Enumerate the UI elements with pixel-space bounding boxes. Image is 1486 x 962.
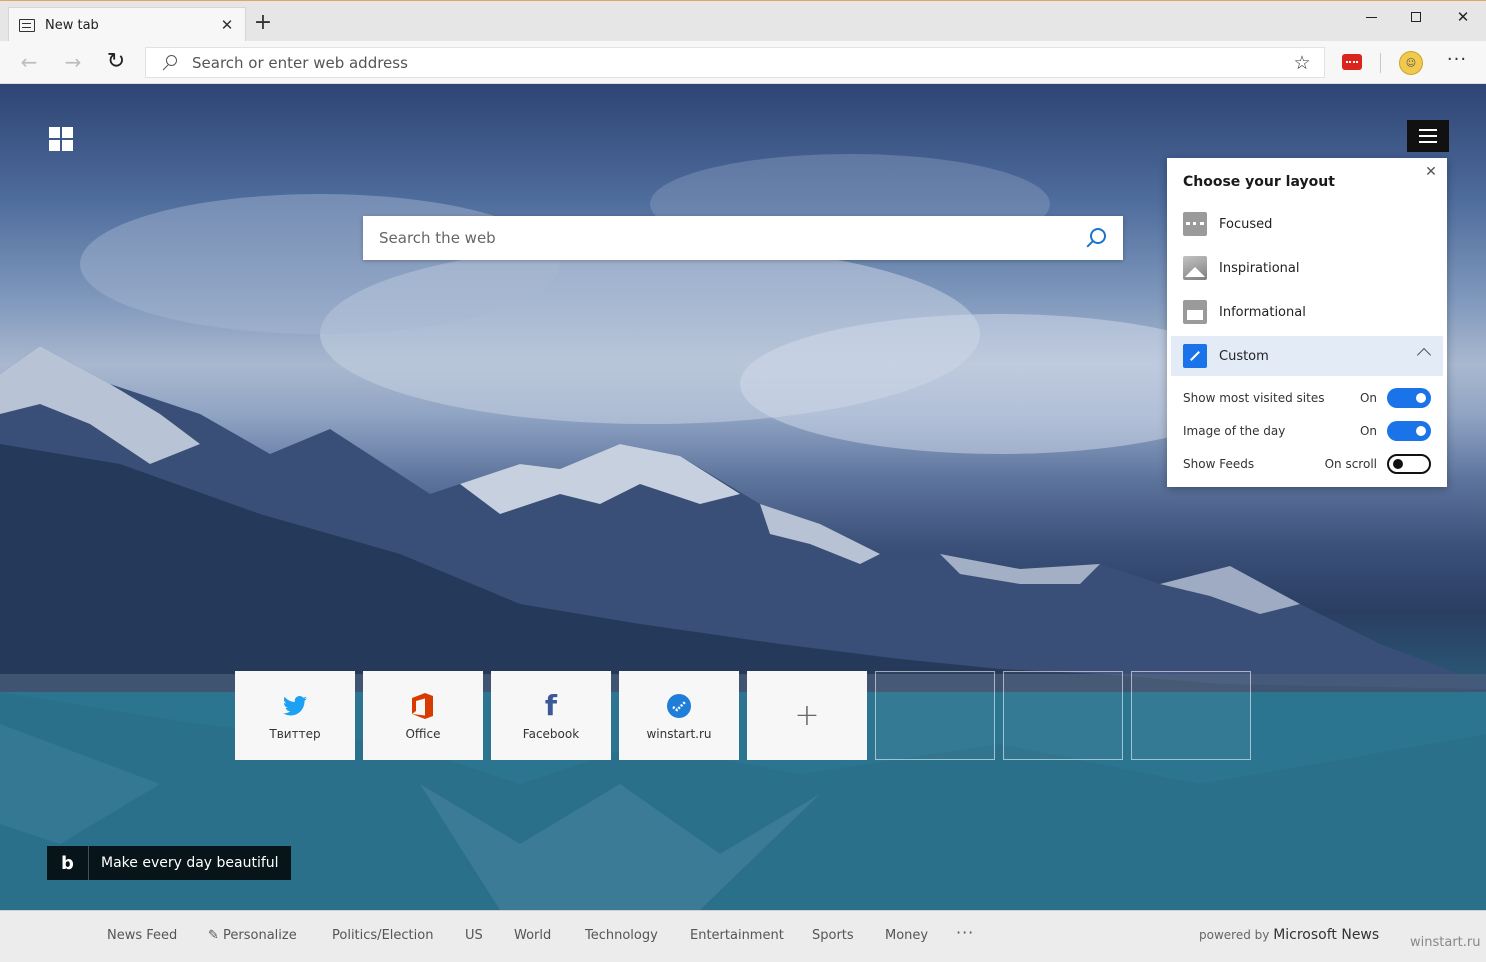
news-tab-us[interactable]: US xyxy=(465,928,483,943)
web-search-box[interactable] xyxy=(363,216,1123,260)
layout-option-label: Custom xyxy=(1219,348,1269,364)
bing-image-badge[interactable]: b Make every day beautiful xyxy=(47,846,291,880)
empty-quick-link-slot xyxy=(1131,671,1251,760)
navigation-bar: ← → ↻ ☆ ☺ ··· xyxy=(0,41,1486,84)
layout-panel: Choose your layout ✕ Focused Inspiration… xyxy=(1167,158,1447,487)
pencil-icon: ✎ xyxy=(208,928,224,943)
new-tab-page: Choose your layout ✕ Focused Inspiration… xyxy=(0,84,1486,910)
news-tab-personalize[interactable]: ✎ Personalize xyxy=(208,928,297,943)
search-icon xyxy=(160,54,178,72)
tab-close-icon[interactable]: ✕ xyxy=(219,16,235,34)
forward-button[interactable]: → xyxy=(59,49,87,77)
inspirational-layout-icon xyxy=(1183,256,1207,280)
winstart-icon xyxy=(667,691,691,721)
empty-quick-link-slot xyxy=(1003,671,1123,760)
quick-link-office[interactable]: Office xyxy=(363,671,483,760)
address-input[interactable] xyxy=(192,53,1290,72)
news-tab-label: Personalize xyxy=(223,928,297,943)
powered-by-label: powered by xyxy=(1199,928,1270,942)
quick-link-label: winstart.ru xyxy=(646,726,712,741)
news-tab-news-feed[interactable]: News Feed xyxy=(107,928,177,943)
bing-logo-icon: b xyxy=(47,846,89,880)
setting-state: On scroll xyxy=(1324,457,1377,471)
quick-link-label: Office xyxy=(405,726,441,741)
layout-option-custom[interactable]: Custom xyxy=(1171,336,1443,376)
toolbar-divider xyxy=(1380,53,1381,73)
search-icon[interactable] xyxy=(1085,227,1107,249)
setting-state: On xyxy=(1359,424,1377,438)
minimize-icon xyxy=(1365,16,1377,18)
custom-layout-icon xyxy=(1183,344,1207,368)
microsoft-news-brand: Microsoft News xyxy=(1273,927,1380,943)
news-bar: News Feed ✎ Personalize Politics/Electio… xyxy=(0,910,1486,962)
powered-by: powered by Microsoft News xyxy=(1199,927,1379,943)
setting-state: On xyxy=(1359,391,1377,405)
news-more-button[interactable]: ··· xyxy=(956,923,974,942)
page-settings-menu-button[interactable] xyxy=(1407,120,1449,152)
maximize-icon xyxy=(1411,12,1421,22)
informational-layout-icon xyxy=(1183,300,1207,324)
quick-link-label: Facebook xyxy=(522,726,580,741)
news-tab-entertainment[interactable]: Entertainment xyxy=(690,928,784,943)
tab-title: New tab xyxy=(45,17,99,33)
office-icon xyxy=(412,691,434,721)
add-quick-link-button[interactable]: + xyxy=(747,671,867,760)
new-tab-button[interactable]: + xyxy=(252,11,274,37)
layout-panel-title: Choose your layout xyxy=(1183,174,1335,190)
title-bar: New tab ✕ + ✕ xyxy=(0,0,1486,42)
extension-icon[interactable] xyxy=(1342,54,1362,70)
focused-layout-icon xyxy=(1183,212,1207,236)
news-tab-world[interactable]: World xyxy=(514,928,551,943)
empty-quick-link-slot xyxy=(875,671,995,760)
windows-logo-icon xyxy=(49,127,73,151)
layout-option-focused[interactable]: Focused xyxy=(1171,204,1443,244)
chevron-up-icon[interactable] xyxy=(1416,347,1432,363)
setting-label: Show Feeds xyxy=(1183,457,1255,471)
layout-option-label: Informational xyxy=(1219,304,1306,320)
maximize-button[interactable] xyxy=(1393,1,1439,33)
quick-link-twitter[interactable]: Твиттер xyxy=(235,671,355,760)
bing-badge-text: Make every day beautiful xyxy=(101,855,279,871)
settings-more-button[interactable]: ··· xyxy=(1443,51,1471,75)
close-icon[interactable]: ✕ xyxy=(1423,164,1439,180)
setting-image-of-day: Image of the day On xyxy=(1183,419,1431,443)
setting-label: Show most visited sites xyxy=(1183,391,1325,405)
profile-avatar[interactable]: ☺ xyxy=(1399,51,1423,75)
image-of-day-toggle[interactable] xyxy=(1387,421,1431,441)
quick-link-winstart[interactable]: winstart.ru xyxy=(619,671,739,760)
quick-link-label: Твиттер xyxy=(269,726,321,741)
watermark: winstart.ru xyxy=(1410,935,1481,950)
show-feeds-toggle[interactable] xyxy=(1387,454,1431,474)
favorite-star-icon[interactable]: ☆ xyxy=(1290,52,1314,74)
setting-label: Image of the day xyxy=(1183,424,1286,438)
news-tab-politics[interactable]: Politics/Election xyxy=(332,928,433,943)
layout-option-inspirational[interactable]: Inspirational xyxy=(1171,248,1443,288)
quick-link-facebook[interactable]: f Facebook xyxy=(491,671,611,760)
setting-most-visited: Show most visited sites On xyxy=(1183,386,1431,410)
back-button[interactable]: ← xyxy=(15,49,43,77)
plus-icon: + xyxy=(794,698,820,733)
news-tab-sports[interactable]: Sports xyxy=(812,928,854,943)
setting-show-feeds: Show Feeds On scroll xyxy=(1183,452,1431,476)
refresh-button[interactable]: ↻ xyxy=(102,49,130,77)
minimize-button[interactable] xyxy=(1348,1,1394,33)
most-visited-toggle[interactable] xyxy=(1387,388,1431,408)
layout-option-label: Focused xyxy=(1219,216,1273,232)
news-tab-money[interactable]: Money xyxy=(885,928,928,943)
web-search-input[interactable] xyxy=(379,229,1085,247)
tab-new-tab[interactable]: New tab ✕ xyxy=(8,7,246,42)
twitter-icon xyxy=(283,691,307,721)
new-tab-icon xyxy=(19,18,35,32)
facebook-icon: f xyxy=(544,688,558,722)
address-bar[interactable]: ☆ xyxy=(145,47,1325,78)
close-window-button[interactable]: ✕ xyxy=(1440,1,1486,33)
layout-option-label: Inspirational xyxy=(1219,260,1300,276)
news-tab-technology[interactable]: Technology xyxy=(585,928,658,943)
layout-option-informational[interactable]: Informational xyxy=(1171,292,1443,332)
